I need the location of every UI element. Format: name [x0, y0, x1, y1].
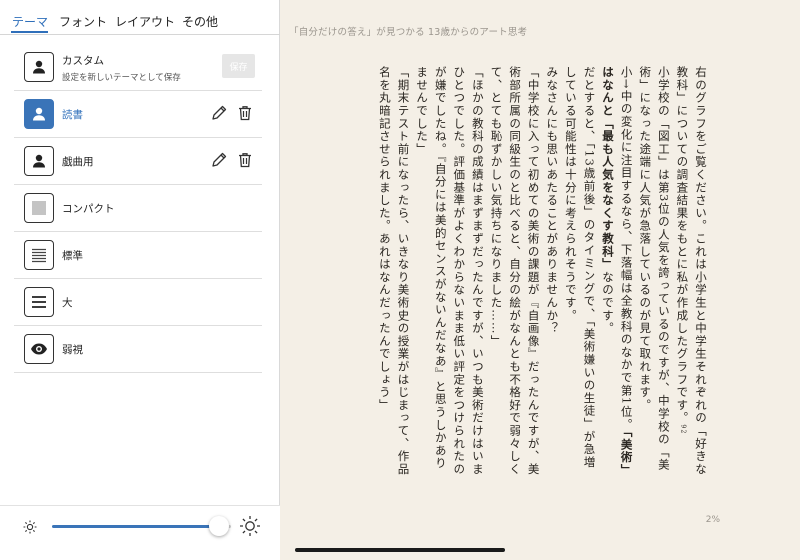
trash-icon[interactable]: [236, 104, 254, 124]
paragraph: 「期末テスト前になったら、いきなり美術史の授業がはじまって、作品名を丸暗記させら…: [377, 66, 411, 476]
active-tab-indicator: [11, 31, 48, 33]
tab-layout[interactable]: レイアウト: [115, 13, 175, 30]
theme-label: カスタム: [62, 55, 104, 67]
standard-lines-icon: [24, 240, 54, 270]
brightness-slider-thumb[interactable]: [209, 516, 229, 536]
reading-page[interactable]: 「自分だけの答え」が見つかる 13歳からのアート思考 右のグラフをご覧ください。…: [280, 0, 800, 559]
book-title: 「自分だけの答え」が見つかる 13歳からのアート思考: [289, 27, 528, 38]
save-theme-button[interactable]: 保存: [222, 54, 255, 78]
paragraph: 「中学校に入って初めての美術の課題が『自画像』だったんですが、美術部所属の同級生…: [489, 66, 541, 476]
tab-bar: テーマ フォント レイアウト その他: [0, 0, 280, 35]
large-lines-icon: [24, 287, 54, 317]
tab-other[interactable]: その他: [182, 13, 218, 30]
person-icon: [24, 99, 54, 129]
theme-label: 戯曲用: [62, 156, 94, 168]
paragraph: 右のグラフをご覧ください。これは小学生と中学生それぞれの「好きな教科」についての…: [675, 66, 708, 476]
theme-sublabel: 設定を新しいテーマとして保存: [62, 73, 181, 83]
tab-theme[interactable]: テーマ: [12, 13, 48, 30]
paragraph: だとすると、「13歳前後」のタイミングで、「美術嫌いの生徒」が急増している可能性…: [563, 66, 597, 469]
pencil-icon[interactable]: [210, 151, 228, 171]
theme-item-compact[interactable]: コンパクト: [14, 185, 262, 232]
paragraph: 小学校の「図工」は第3位の人気を誇っているのですが、中学校の「美術」になった途端…: [638, 66, 671, 472]
theme-item-reading[interactable]: 読書: [14, 91, 262, 138]
theme-label: 読書: [62, 109, 83, 121]
sun-small-icon: [23, 519, 37, 538]
home-indicator[interactable]: [295, 548, 505, 552]
theme-item-custom[interactable]: カスタム 設定を新しいテーマとして保存 保存: [14, 44, 262, 91]
brightness-control: [0, 505, 280, 560]
person-icon: [24, 146, 54, 176]
trash-icon[interactable]: [236, 151, 254, 171]
tab-font[interactable]: フォント: [59, 13, 107, 30]
paragraph: みなさんにも思いあたることがありませんか？: [545, 66, 560, 335]
theme-item-low-vision[interactable]: 弱視: [14, 326, 262, 373]
theme-label: 大: [62, 297, 73, 309]
footnote-marker: 92: [679, 424, 687, 435]
theme-label: コンパクト: [62, 203, 115, 215]
appearance-panel: テーマ フォント レイアウト その他 カスタム 設定を新しいテーマとして保存 保…: [0, 0, 280, 560]
person-icon: [24, 52, 54, 82]
theme-item-play[interactable]: 戯曲用: [14, 138, 262, 185]
paragraph: 「ほかの教科の成績はまずまずだったんですが、いつも美術だけはいまひとつでした。評…: [415, 66, 485, 476]
sun-large-icon: [239, 515, 261, 541]
brightness-slider-fill: [52, 525, 219, 528]
theme-item-large[interactable]: 大: [14, 279, 262, 326]
theme-label: 弱視: [62, 344, 83, 356]
theme-item-standard[interactable]: 標準: [14, 232, 262, 279]
paragraph: 小→中の変化に注目するなら、下落幅は全教科のなかで第1位。「美術」はなんと「最も…: [601, 66, 634, 471]
book-text: 右のグラフをご覧ください。これは小学生と中学生それぞれの「好きな教科」についての…: [375, 66, 710, 476]
pencil-icon[interactable]: [210, 104, 228, 124]
eye-icon: [24, 334, 54, 364]
reading-progress: 2%: [705, 515, 720, 525]
compact-lines-icon: [24, 193, 54, 223]
theme-label: 標準: [62, 250, 83, 262]
